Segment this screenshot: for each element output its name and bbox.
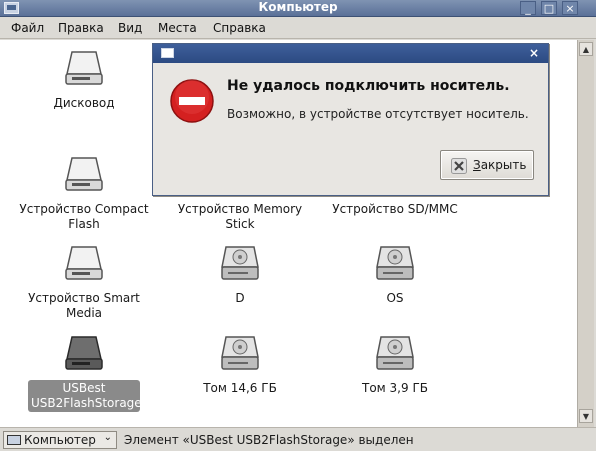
dialog-message: Возможно, в устройстве отсутствует носит… [227, 107, 529, 121]
usb-drive-icon [65, 336, 103, 370]
drive-item-label: USBest USB2FlashStorage [28, 380, 142, 412]
status-bar: Компьютер ⌄ Элемент «USBest USB2FlashSto… [0, 427, 596, 451]
location-dropdown[interactable]: Компьютер ⌄ [3, 431, 117, 449]
drive-item-floppy[interactable]: Дисковод [9, 48, 159, 112]
removable-drive-icon [65, 246, 103, 280]
window-title: Компьютер [258, 0, 338, 14]
vertical-scrollbar[interactable]: ▲ ▼ [577, 40, 594, 427]
menu-edit[interactable]: Правка [58, 21, 104, 35]
drive-item-volume-3-9[interactable]: Том 3,9 ГБ [320, 333, 470, 397]
removable-drive-icon [65, 157, 103, 191]
menu-help[interactable]: Справка [213, 21, 266, 35]
hard-drive-icon [221, 246, 259, 280]
drive-item-label: Устройство Compact Flash [19, 202, 149, 231]
close-window-button[interactable]: × [562, 1, 578, 15]
drive-item-label: Том 14,6 ГБ [203, 381, 277, 395]
drive-item-compact-flash[interactable]: Устройство Compact Flash [9, 154, 159, 233]
hard-drive-icon [376, 246, 414, 280]
window-icon [161, 48, 174, 58]
minimize-button[interactable]: _ [520, 1, 536, 15]
drive-item-label: Устройство Memory Stick [177, 202, 303, 231]
drive-item-volume-14-6[interactable]: Том 14,6 ГБ [165, 333, 315, 397]
menu-view[interactable]: Вид [118, 21, 142, 35]
drive-item-label: OS [386, 291, 404, 305]
close-button[interactable]: Закрыть [440, 150, 534, 180]
window-titlebar[interactable]: Компьютер _ □ × [0, 0, 596, 17]
menu-file[interactable]: Файл [11, 21, 44, 35]
drive-item-smart-media[interactable]: Устройство Smart Media [9, 243, 159, 322]
drive-item-label: Устройство Smart Media [28, 291, 140, 320]
dialog-heading: Не удалось подключить носитель. [227, 78, 510, 94]
floppy-drive-icon [65, 51, 103, 85]
hard-drive-icon [221, 336, 259, 370]
status-message: Элемент «USBest USB2FlashStorage» выделе… [124, 433, 414, 447]
dialog-close-button[interactable]: × [526, 46, 542, 60]
location-label: Компьютер [24, 433, 96, 447]
error-icon [170, 79, 214, 123]
drive-item-os[interactable]: OS [320, 243, 470, 307]
maximize-button[interactable]: □ [541, 1, 557, 15]
computer-icon [7, 435, 21, 445]
drive-item-usb-flash[interactable]: USBest USB2FlashStorage [9, 333, 159, 412]
menu-places[interactable]: Места [158, 21, 197, 35]
drive-item-label: Том 3,9 ГБ [362, 381, 428, 395]
dialog-titlebar[interactable]: × [153, 44, 548, 63]
drive-item-label: Устройство SD/MMC [332, 202, 458, 216]
drive-item-label: Дисковод [53, 96, 115, 110]
chevron-down-icon: ⌄ [103, 432, 112, 443]
scroll-down-arrow-icon[interactable]: ▼ [579, 409, 593, 423]
hard-drive-icon [376, 336, 414, 370]
error-dialog[interactable]: × Не удалось подключить носитель. Возмож… [152, 43, 549, 196]
scroll-up-arrow-icon[interactable]: ▲ [579, 42, 593, 56]
close-icon [451, 158, 467, 174]
drive-item-label: D [235, 291, 245, 305]
close-button-label: Закрыть [473, 158, 527, 172]
drive-item-d[interactable]: D [165, 243, 315, 307]
menu-bar: Файл Правка Вид Места Справка [0, 17, 596, 39]
